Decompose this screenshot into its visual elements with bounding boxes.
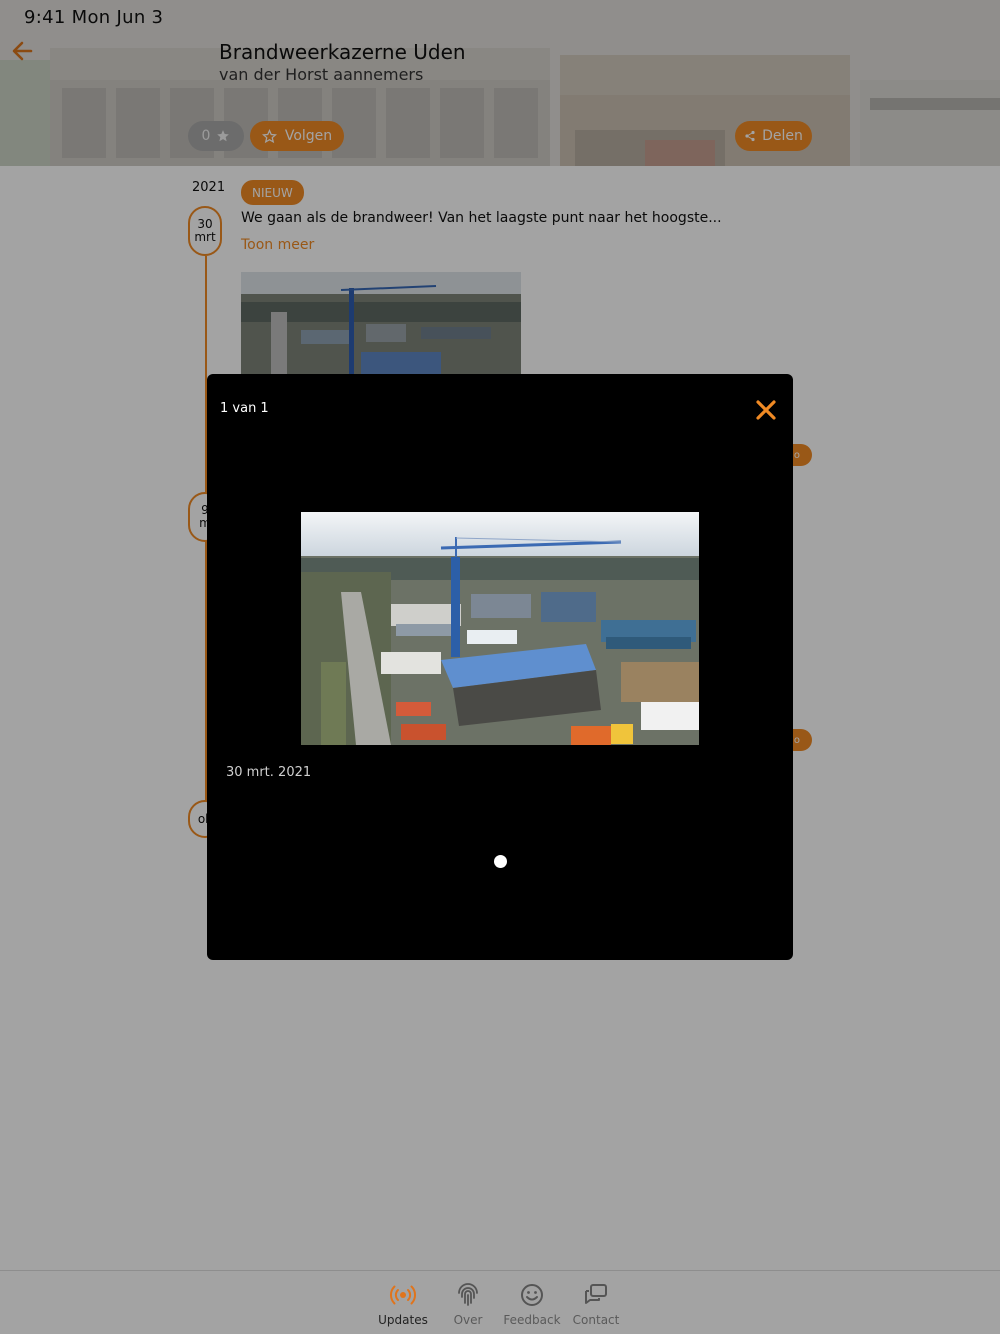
close-button[interactable]	[751, 395, 781, 425]
photo-counter: 1 van 1	[220, 401, 269, 416]
fingerprint-icon	[458, 1283, 478, 1306]
tab-contact[interactable]: Contact	[564, 1281, 628, 1327]
photo-date: 30 mrt. 2021	[226, 765, 312, 780]
tab-feedback[interactable]: Feedback	[500, 1281, 564, 1327]
tab-feedback-label: Feedback	[503, 1313, 561, 1327]
chat-icon	[585, 1284, 607, 1304]
tab-updates[interactable]: Updates	[371, 1281, 435, 1327]
pagination-dot[interactable]	[494, 855, 507, 868]
construction-site-photo	[301, 512, 699, 745]
close-icon	[756, 400, 776, 420]
tab-over-label: Over	[453, 1313, 483, 1327]
broadcast-icon	[390, 1285, 416, 1305]
smiley-icon	[521, 1284, 543, 1306]
viewer-photo[interactable]	[301, 512, 699, 745]
bottom-tab-bar: Updates Over Feedback Contact	[0, 1270, 1000, 1334]
photo-viewer-modal: 1 van 1 30 mrt. 2021	[207, 374, 793, 960]
tab-contact-label: Contact	[572, 1313, 620, 1327]
tab-updates-label: Updates	[378, 1313, 428, 1327]
tab-over[interactable]: Over	[436, 1281, 500, 1327]
